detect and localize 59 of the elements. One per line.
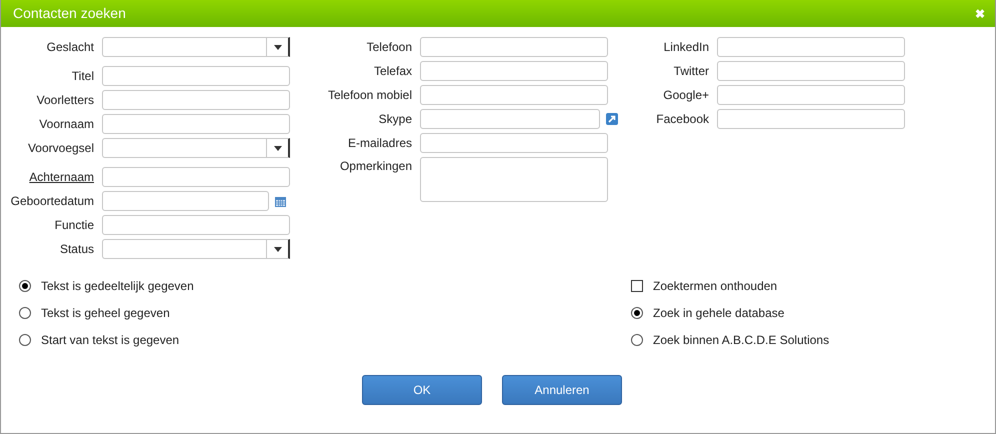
input-field[interactable]: [102, 167, 290, 187]
cancel-button[interactable]: Annuleren: [502, 375, 622, 405]
dropdown[interactable]: [102, 37, 290, 57]
field-label: Voornaam: [38, 116, 95, 133]
caret-icon: [274, 146, 282, 150]
radio-button[interactable]: [19, 307, 31, 319]
input-field[interactable]: [717, 109, 905, 129]
input-field[interactable]: [420, 133, 608, 153]
field-label: Telefax: [372, 63, 413, 80]
input-field[interactable]: [717, 61, 905, 81]
input-field[interactable]: [102, 66, 290, 86]
window-title: Contacten zoeken: [13, 4, 126, 23]
option-label: Zoektermen onthouden: [653, 278, 778, 295]
field-label: Telefoon mobiel: [326, 87, 413, 104]
field-label: Geslacht: [46, 39, 95, 56]
field-label: Telefoon: [366, 39, 413, 56]
field-label: Skype: [378, 111, 413, 128]
radio-button[interactable]: [19, 334, 31, 346]
input-field[interactable]: [102, 90, 290, 110]
input-field[interactable]: [420, 109, 600, 129]
checkbox[interactable]: [631, 280, 643, 292]
radio-button[interactable]: [19, 280, 31, 292]
input-field[interactable]: [420, 85, 608, 105]
option-label: Zoek binnen A.B.C.D.E Solutions: [653, 332, 830, 349]
field-label: LinkedIn: [662, 39, 710, 56]
field-label: Achternaam: [28, 169, 95, 186]
input-field[interactable]: [717, 37, 905, 57]
field-label: Voorletters: [36, 92, 95, 109]
field-label: Opmerkingen: [338, 158, 413, 175]
date-field[interactable]: [102, 191, 269, 211]
caret-icon: [274, 44, 282, 50]
field-label: E-mailadres: [346, 135, 413, 152]
radio-button[interactable]: [631, 334, 643, 346]
option-label: Tekst is gedeeltelijk gegeven: [41, 278, 194, 295]
calendar-icon[interactable]: [275, 196, 286, 206]
external-link-icon[interactable]: [606, 113, 618, 125]
option-label: Start van tekst is gegeven: [41, 332, 180, 349]
caret-icon: [274, 246, 282, 252]
field-label: Twitter: [672, 63, 710, 80]
field-label: Geboortedatum: [10, 193, 95, 210]
field-label: Facebook: [655, 111, 710, 128]
ok-button[interactable]: OK: [362, 375, 482, 405]
field-label: Functie: [54, 217, 95, 234]
option-label: Tekst is geheel gegeven: [41, 305, 170, 322]
option-label: Zoek in gehele database: [653, 305, 784, 322]
radio-button[interactable]: [631, 307, 643, 319]
text-area[interactable]: [420, 157, 608, 202]
input-field[interactable]: [420, 61, 608, 81]
close-button[interactable]: ✖: [975, 4, 985, 22]
input-field[interactable]: [420, 37, 608, 57]
input-field[interactable]: [102, 114, 290, 134]
dropdown[interactable]: [102, 138, 290, 158]
field-label: Status: [58, 241, 95, 258]
input-field[interactable]: [717, 85, 905, 105]
field-label: Titel: [70, 68, 95, 85]
field-label: Google+: [662, 87, 710, 104]
dropdown[interactable]: [102, 239, 290, 259]
input-field[interactable]: [102, 215, 290, 235]
field-label: Voorvoegsel: [26, 140, 95, 157]
